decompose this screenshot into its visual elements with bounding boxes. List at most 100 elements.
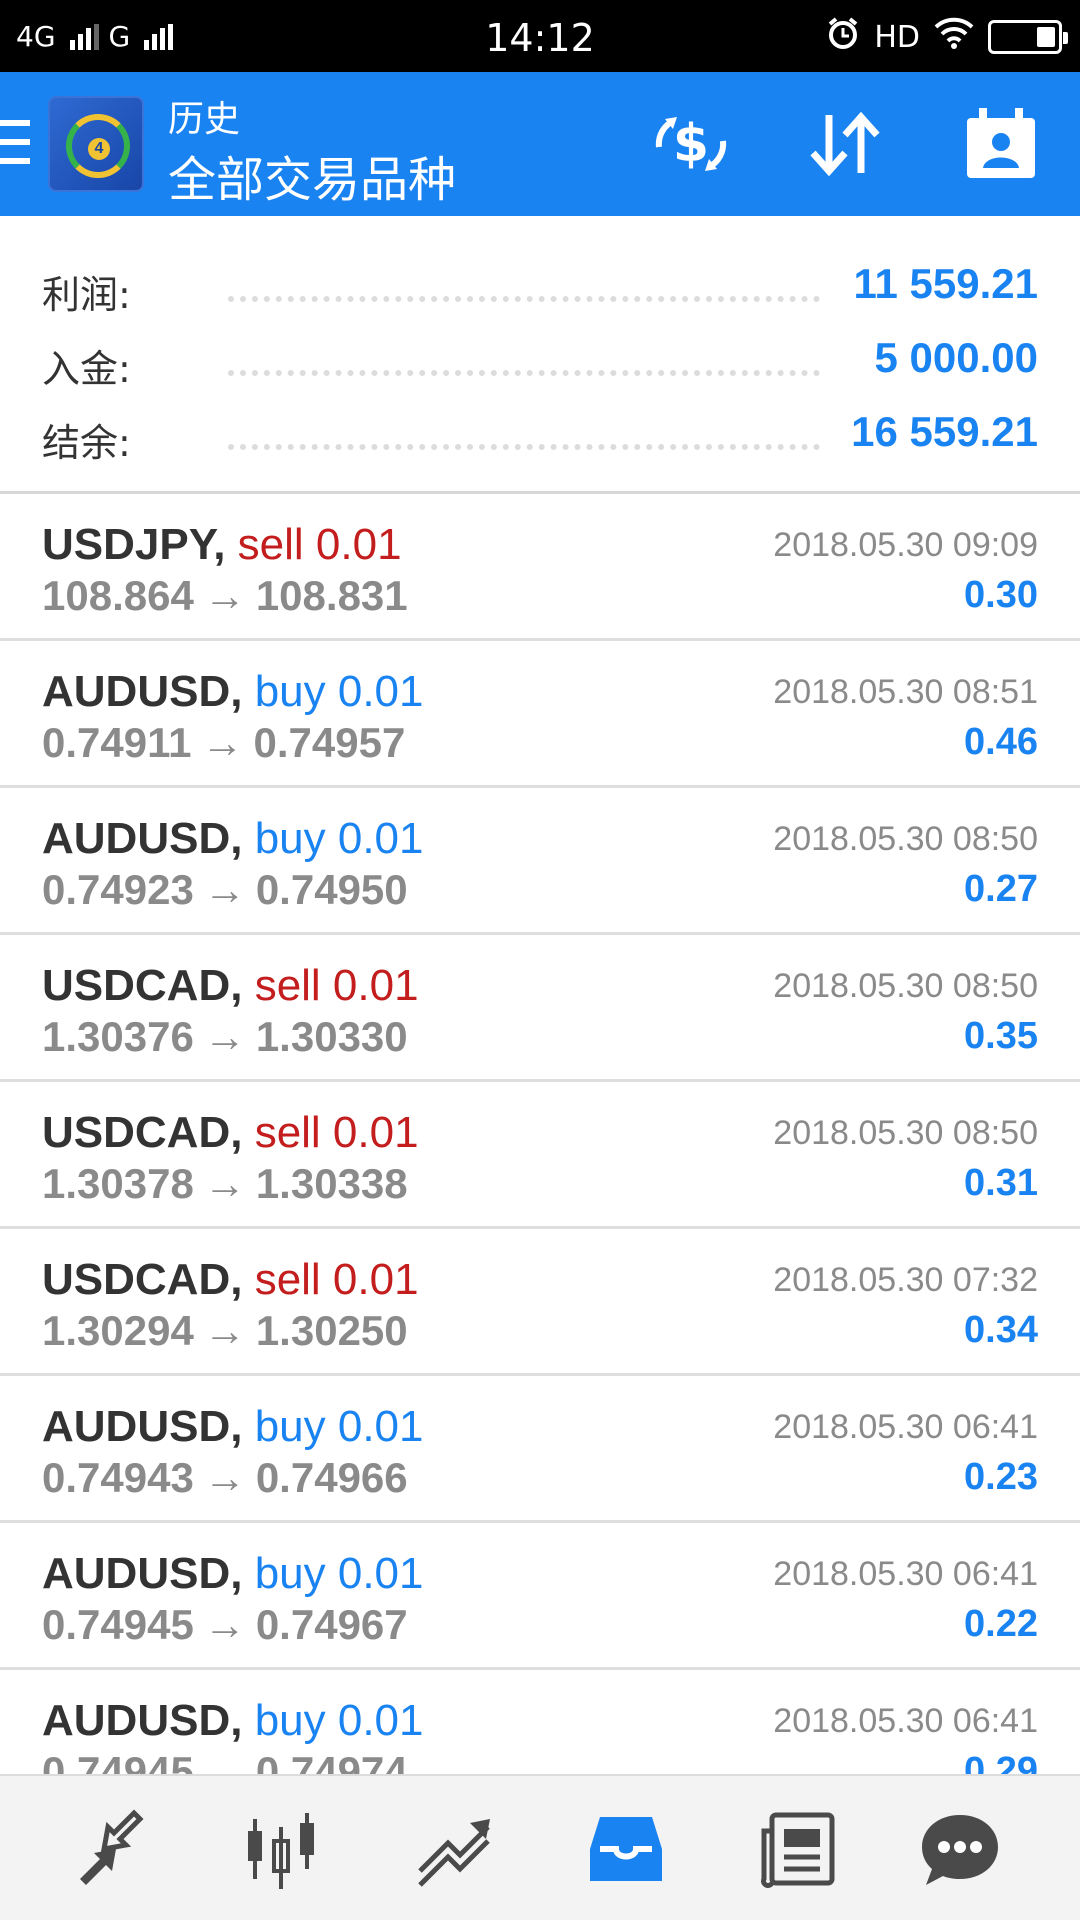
close-price: 0.74967 bbox=[255, 1601, 408, 1648]
trade-side: sell 0.01 bbox=[237, 520, 402, 569]
trade-title: AUDUSD, buy 0.01 bbox=[42, 1696, 424, 1746]
trade-side: buy 0.01 bbox=[254, 667, 424, 716]
close-price: 1.30330 bbox=[255, 1013, 408, 1060]
summary-row-deposit: 入金: 5 000.00 bbox=[0, 328, 1080, 398]
trade-row[interactable]: USDCAD, sell 0.01 1.30376 → 1.30330 2018.05.… bbox=[0, 935, 1080, 1082]
summary-label: 入金: bbox=[42, 347, 131, 391]
open-price: 0.74945 bbox=[42, 1601, 194, 1648]
open-price: 0.74923 bbox=[42, 866, 194, 913]
trade-profit: 0.46 bbox=[964, 721, 1038, 763]
trade-row[interactable]: USDCAD, sell 0.01 1.30294 → 1.30250 2018.05.… bbox=[0, 1229, 1080, 1376]
menu-icon[interactable] bbox=[0, 120, 30, 164]
trade-title: AUDUSD, buy 0.01 bbox=[42, 814, 424, 864]
app-header: 4 历史 全部交易品种 $ bbox=[0, 72, 1080, 216]
trade-symbol: USDCAD, bbox=[42, 1255, 243, 1304]
nav-quotes[interactable] bbox=[60, 1804, 160, 1894]
trade-prices: 0.74945 → 0.74967 bbox=[42, 1601, 408, 1649]
arrow-right-icon: → bbox=[203, 1601, 246, 1648]
trade-row[interactable]: USDJPY, sell 0.01 108.864 → 108.831 2018.05.… bbox=[0, 494, 1080, 641]
trade-prices: 0.74923 → 0.74950 bbox=[42, 866, 408, 914]
calendar-user-icon bbox=[967, 108, 1035, 178]
svg-text:$: $ bbox=[673, 114, 709, 174]
wifi-icon bbox=[934, 17, 974, 57]
nav-trade[interactable] bbox=[404, 1804, 504, 1894]
header-title[interactable]: 全部交易品种 bbox=[168, 140, 456, 210]
summary-value: 11 559.21 bbox=[853, 260, 1038, 307]
alarm-icon bbox=[826, 16, 860, 58]
nav-history[interactable] bbox=[576, 1804, 676, 1894]
nav-chat[interactable] bbox=[910, 1804, 1010, 1894]
trade-time: 2018.05.30 08:50 bbox=[773, 1114, 1038, 1152]
trade-symbol: AUDUSD, bbox=[42, 814, 243, 863]
nav-chart[interactable] bbox=[232, 1804, 332, 1894]
open-price: 108.864 bbox=[42, 572, 194, 619]
trade-side: sell 0.01 bbox=[254, 1108, 419, 1157]
bottom-navigation bbox=[0, 1774, 1080, 1920]
trade-row[interactable]: AUDUSD, buy 0.01 0.74943 → 0.74966 2018.05.3… bbox=[0, 1376, 1080, 1523]
dotted-leader bbox=[228, 296, 820, 302]
status-right: HD bbox=[826, 16, 1068, 58]
trade-title: AUDUSD, buy 0.01 bbox=[42, 1402, 424, 1452]
open-price: 0.74945 bbox=[42, 1748, 194, 1774]
close-price: 1.30250 bbox=[255, 1307, 408, 1354]
trade-time: 2018.05.30 06:41 bbox=[773, 1555, 1038, 1593]
trade-symbol: USDCAD, bbox=[42, 961, 243, 1010]
summary-value: 16 559.21 bbox=[851, 408, 1038, 455]
close-price: 0.74974 bbox=[255, 1748, 408, 1774]
history-summary: 利润: 11 559.21 入金: 5 000.00 结余: 16 559.21 bbox=[0, 216, 1080, 494]
trade-side: buy 0.01 bbox=[254, 1402, 424, 1451]
close-price: 0.74957 bbox=[253, 719, 406, 766]
trade-row[interactable]: AUDUSD, buy 0.01 0.74945 → 0.74974 2018.05.3… bbox=[0, 1670, 1080, 1774]
arrow-right-icon: → bbox=[203, 1307, 246, 1354]
trade-profit: 0.27 bbox=[964, 868, 1038, 910]
trade-time: 2018.05.30 08:51 bbox=[773, 673, 1038, 711]
trade-time: 2018.05.30 09:09 bbox=[773, 526, 1038, 564]
trade-time: 2018.05.30 06:41 bbox=[773, 1408, 1038, 1446]
trade-title: USDCAD, sell 0.01 bbox=[42, 1108, 419, 1158]
trade-time: 2018.05.30 08:50 bbox=[773, 820, 1038, 858]
trade-symbol: AUDUSD, bbox=[42, 1402, 243, 1451]
trade-row[interactable]: USDCAD, sell 0.01 1.30378 → 1.30338 2018.05.… bbox=[0, 1082, 1080, 1229]
sort-button[interactable] bbox=[800, 102, 890, 186]
trade-time: 2018.05.30 07:32 bbox=[773, 1261, 1038, 1299]
arrow-right-icon: → bbox=[201, 719, 244, 766]
arrow-right-icon: → bbox=[203, 866, 246, 913]
dollar-exchange-icon: $ bbox=[655, 114, 727, 174]
trade-title: AUDUSD, buy 0.01 bbox=[42, 667, 424, 717]
summary-row-balance: 结余: 16 559.21 bbox=[0, 402, 1080, 472]
trade-symbol: AUDUSD, bbox=[42, 1549, 243, 1598]
trade-history-list[interactable]: USDJPY, sell 0.01 108.864 → 108.831 2018.05.… bbox=[0, 494, 1080, 1774]
trade-profit: 0.23 bbox=[964, 1456, 1038, 1498]
trade-profit: 0.30 bbox=[964, 574, 1038, 616]
quotes-icon bbox=[80, 1809, 144, 1885]
summary-value: 5 000.00 bbox=[874, 334, 1039, 381]
period-calendar-button[interactable] bbox=[956, 102, 1046, 186]
trade-symbol: AUDUSD, bbox=[42, 667, 243, 716]
trade-prices: 1.30376 → 1.30330 bbox=[42, 1013, 408, 1061]
trade-prices: 1.30378 → 1.30338 bbox=[42, 1160, 408, 1208]
summary-label: 利润: bbox=[42, 273, 131, 317]
close-price: 0.74950 bbox=[255, 866, 408, 913]
trade-row[interactable]: AUDUSD, buy 0.01 0.74923 → 0.74950 2018.05.3… bbox=[0, 788, 1080, 935]
summary-label: 结余: bbox=[42, 421, 131, 465]
open-price: 1.30294 bbox=[42, 1307, 194, 1354]
arrow-right-icon: → bbox=[203, 572, 246, 619]
close-price: 0.74966 bbox=[255, 1454, 408, 1501]
trade-icon bbox=[418, 1819, 490, 1887]
trade-prices: 0.74943 → 0.74966 bbox=[42, 1454, 408, 1502]
trade-row[interactable]: AUDUSD, buy 0.01 0.74911 → 0.74957 2018.05.3… bbox=[0, 641, 1080, 788]
chat-icon bbox=[922, 1815, 998, 1885]
open-price: 1.30378 bbox=[42, 1160, 194, 1207]
trade-prices: 0.74911 → 0.74957 bbox=[42, 719, 405, 767]
trade-prices: 0.74945 → 0.74974 bbox=[42, 1748, 408, 1774]
deposit-dollar-button[interactable]: $ bbox=[646, 102, 736, 186]
trade-time: 2018.05.30 08:50 bbox=[773, 967, 1038, 1005]
arrow-right-icon: → bbox=[203, 1748, 246, 1774]
nav-news[interactable] bbox=[748, 1804, 848, 1894]
trade-title: USDCAD, sell 0.01 bbox=[42, 1255, 419, 1305]
trade-side: buy 0.01 bbox=[254, 1549, 424, 1598]
header-subtitle: 历史 bbox=[168, 99, 241, 140]
trade-row[interactable]: AUDUSD, buy 0.01 0.74945 → 0.74967 2018.05.3… bbox=[0, 1523, 1080, 1670]
summary-row-profit: 利润: 11 559.21 bbox=[0, 254, 1080, 324]
close-price: 1.30338 bbox=[255, 1160, 408, 1207]
